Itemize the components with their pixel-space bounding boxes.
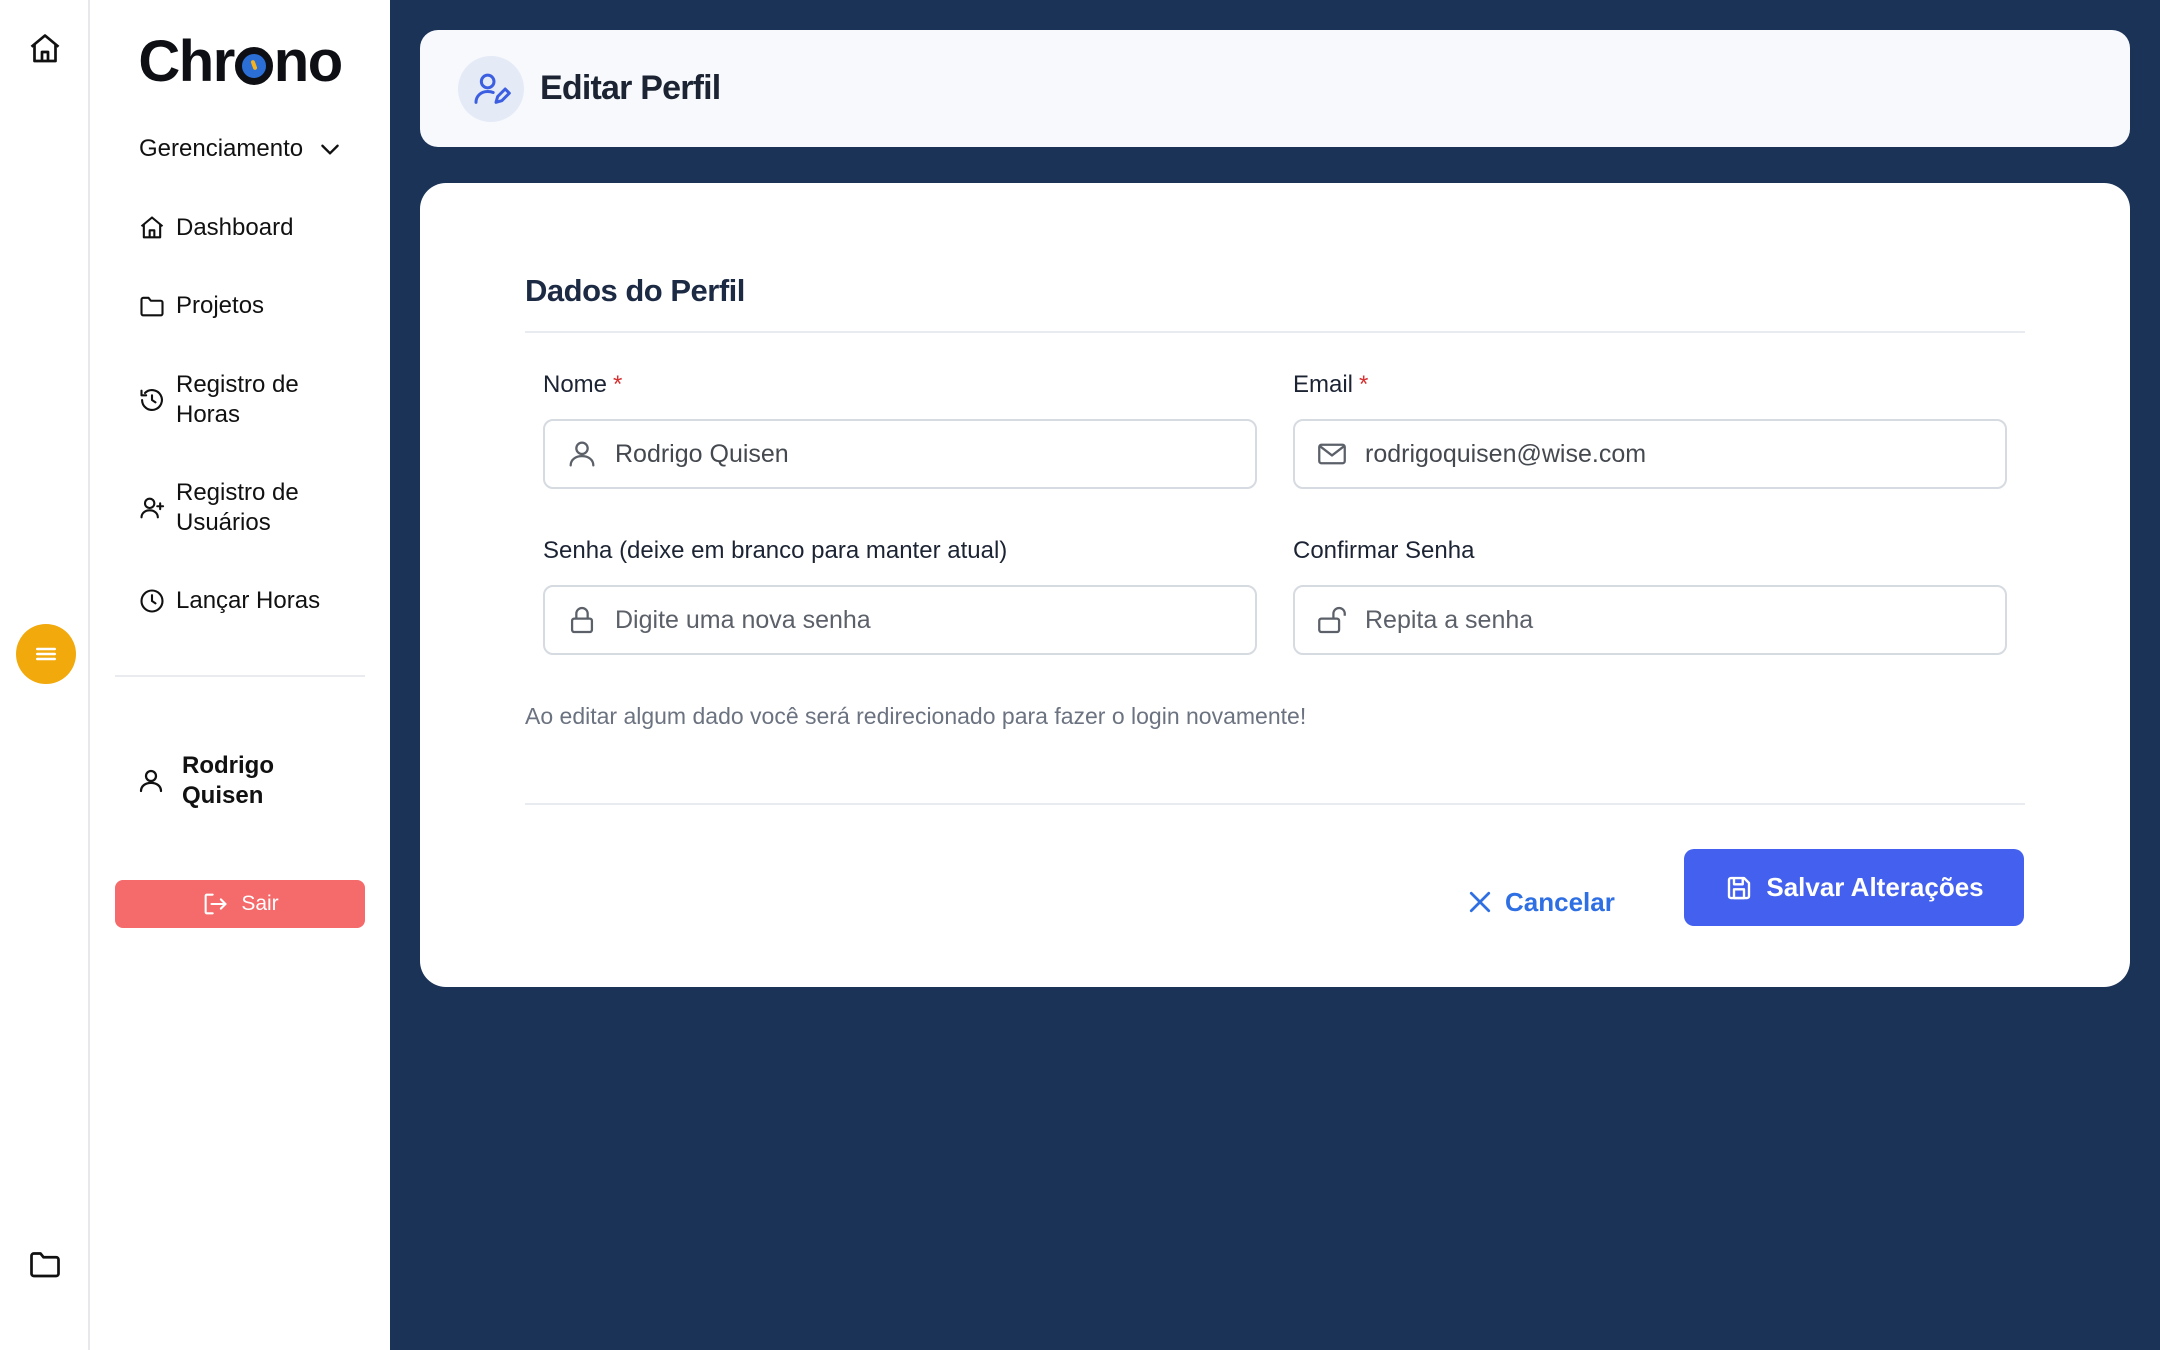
user-icon (139, 769, 163, 793)
sidebar-divider (115, 675, 365, 677)
form-divider-bottom (525, 803, 2025, 805)
close-icon (1469, 891, 1491, 913)
user-profile[interactable]: Rodrigo Quisen (136, 751, 302, 811)
logout-button[interactable]: Sair (115, 880, 365, 928)
app-logo: Chr no (138, 29, 343, 94)
sidebar-item-lancar-horas[interactable]: Lançar Horas (138, 586, 320, 616)
cancel-button[interactable]: Cancelar (1465, 864, 1615, 940)
form-divider-top (525, 331, 2025, 333)
email-input[interactable] (1365, 424, 2005, 484)
page-title: Editar Perfil (540, 69, 721, 107)
email-label: Email * (1293, 371, 1369, 398)
folder-icon (140, 296, 164, 317)
section-label: Gerenciamento (139, 135, 304, 162)
chevron-down-icon (321, 144, 339, 155)
confirm-password-field: Confirmar Senha (1293, 534, 2007, 655)
mail-icon (1318, 443, 1346, 465)
header-icon-badge (458, 55, 524, 122)
name-label: Nome * (543, 371, 623, 398)
sidebar-item-projetos[interactable]: Projetos (138, 291, 264, 321)
clock-icon (140, 589, 164, 613)
user-name: Rodrigo Quisen (182, 752, 274, 809)
confirm-password-input-wrapper (1293, 585, 2007, 655)
lock-icon (570, 606, 594, 634)
menu-toggle-button[interactable] (16, 624, 76, 684)
form-title: Dados do Perfil (525, 273, 745, 308)
password-field: Senha (deixe em branco para manter atual… (543, 534, 1257, 655)
unlock-icon (1318, 606, 1346, 634)
sidebar-item-registro-usuarios[interactable]: Registro de Usuários (138, 478, 308, 538)
logout-icon (204, 893, 227, 915)
save-icon (1728, 876, 1751, 899)
sidebar-item-dashboard[interactable]: Dashboard (138, 213, 293, 243)
save-button[interactable]: Salvar Alterações (1684, 849, 2024, 926)
sidebar-item-registro-horas[interactable]: Registro de Horas (138, 370, 308, 430)
confirm-password-input[interactable] (1365, 590, 2005, 650)
name-input-wrapper (543, 419, 1257, 489)
profile-form-card: Dados do Perfil Nome* Email* Senha (deix… (420, 183, 2130, 987)
relogin-hint: Ao editar algum dado você será redirecio… (525, 703, 1307, 729)
password-input-wrapper (543, 585, 1257, 655)
icon-rail (0, 0, 90, 1350)
section-toggle-gerenciamento[interactable]: Gerenciamento (139, 135, 343, 163)
folder-icon[interactable] (27, 1246, 63, 1282)
user-icon (569, 441, 595, 467)
name-field: Nome * (543, 368, 1257, 489)
name-input[interactable] (615, 424, 1255, 484)
user-plus-icon (140, 497, 165, 519)
user-edit-icon (474, 73, 511, 104)
logo-clock-icon (234, 46, 273, 85)
home-icon (140, 216, 164, 239)
password-label: Senha (deixe em branco para manter atual… (543, 537, 1008, 564)
confirm-password-label: Confirmar Senha (1293, 537, 1475, 564)
history-icon (140, 389, 163, 411)
home-icon[interactable] (27, 31, 63, 67)
sidebar: Chr no Gerenciamento Dashboard Projetos R… (90, 0, 390, 1350)
email-input-wrapper (1293, 419, 2007, 489)
hamburger-icon (36, 647, 56, 661)
email-field: Email * (1293, 368, 2007, 489)
password-input[interactable] (615, 590, 1255, 650)
page-header: Editar Perfil (420, 30, 2130, 147)
